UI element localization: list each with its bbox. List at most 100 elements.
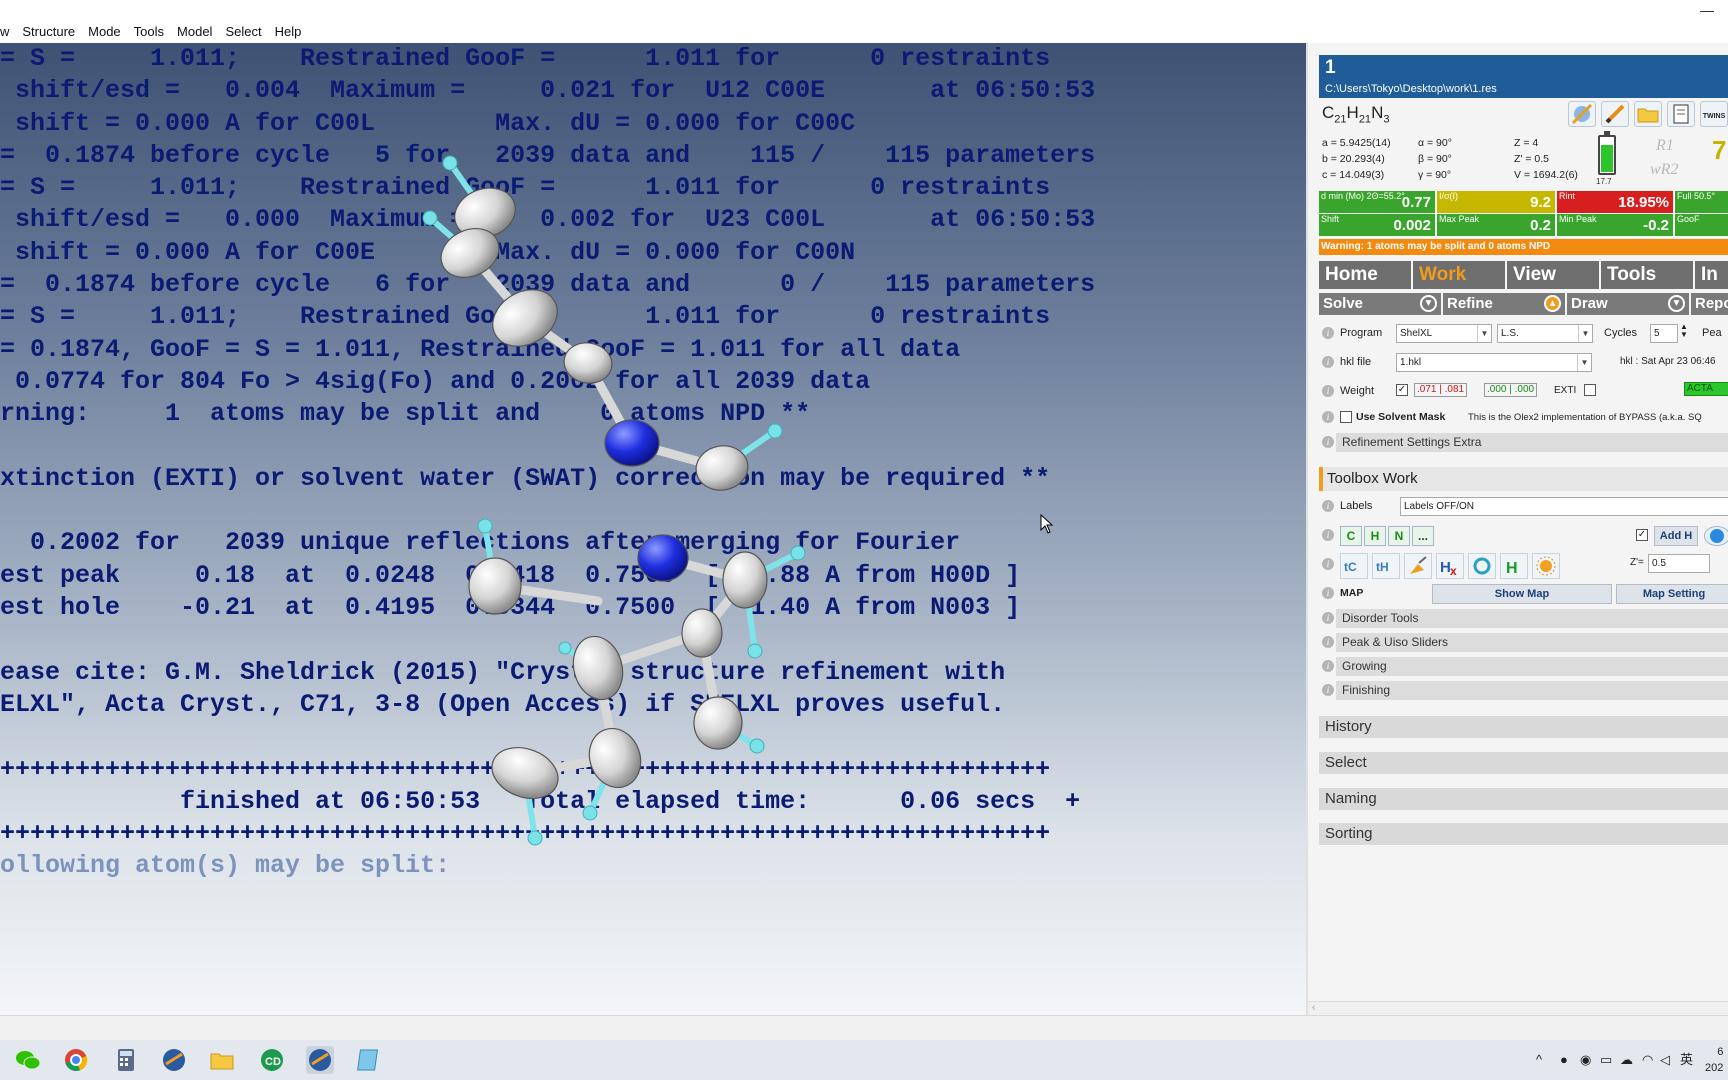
add-h-button[interactable]: Add H (1654, 526, 1698, 546)
sorting-section[interactable]: Sorting (1319, 823, 1728, 845)
info-icon[interactable]: i (1322, 411, 1334, 423)
tab-view[interactable]: View (1507, 261, 1599, 289)
toolbox-work-header[interactable]: Toolbox Work (1319, 467, 1728, 491)
info-icon[interactable]: i (1322, 684, 1334, 696)
twins-icon[interactable]: TWINS (1700, 101, 1728, 127)
weight-suggested[interactable]: .000 | .000 (1484, 383, 1538, 397)
chrome-icon[interactable] (62, 1046, 90, 1074)
draw-button[interactable]: Draw ▼ (1567, 293, 1689, 315)
show-map-button[interactable]: Show Map (1432, 584, 1612, 604)
info-icon[interactable]: i (1322, 529, 1334, 541)
tray-overflow-icon[interactable]: ^ (1536, 1040, 1542, 1080)
wechat-tray-icon[interactable]: ◉ (1580, 1040, 1591, 1080)
select-section[interactable]: Select (1319, 752, 1728, 774)
menu-mode[interactable]: Mode (88, 24, 121, 39)
solve-button[interactable]: Solve ▼ (1319, 293, 1441, 315)
element-h-button[interactable]: H (1364, 526, 1386, 546)
draw-arrow-icon[interactable]: ▼ (1668, 295, 1685, 312)
horizontal-scrollbar[interactable]: ‹ (1308, 1001, 1728, 1015)
minimize-icon[interactable]: — (1700, 2, 1714, 18)
wifi-icon[interactable]: ◠ (1642, 1040, 1653, 1080)
program-select[interactable]: ShelXL ▼ (1396, 324, 1492, 343)
info-icon[interactable]: i (1322, 385, 1334, 397)
element-n-button[interactable]: N (1388, 526, 1410, 546)
sort-h-icon[interactable]: tH (1372, 553, 1400, 579)
tab-work[interactable]: Work (1413, 261, 1505, 289)
info-icon[interactable]: i (1322, 587, 1334, 599)
acta-button[interactable]: ACTA (1684, 382, 1728, 396)
symmetry-tool-icon[interactable] (1568, 101, 1596, 127)
cycles-stepper[interactable]: ▲ ▼ (1680, 323, 1688, 339)
notes-icon[interactable] (356, 1046, 384, 1074)
olex2-icon[interactable] (160, 1046, 188, 1074)
clean-brush-icon[interactable] (1404, 553, 1432, 579)
cell-alpha: α = 90° (1418, 137, 1452, 149)
info-icon[interactable]: i (1322, 356, 1334, 368)
delete-h-icon[interactable]: Hx (1436, 553, 1464, 579)
info-icon[interactable]: i (1322, 636, 1334, 648)
volume-icon[interactable]: ◁ (1660, 1040, 1670, 1080)
menu-view[interactable]: w (0, 24, 9, 39)
input-method-indicator[interactable]: 英 (1680, 1040, 1693, 1080)
svg-text:x: x (1450, 564, 1457, 578)
disorder-tools[interactable]: Disorder Tools (1336, 609, 1728, 628)
battery-tray-icon[interactable]: ▭ (1600, 1040, 1612, 1080)
tab-home[interactable]: Home (1319, 261, 1411, 289)
add-h-checkbox[interactable]: ✓ (1636, 529, 1648, 541)
method-select[interactable]: L.S. ▼ (1497, 324, 1593, 343)
info-icon[interactable]: i (1322, 612, 1334, 624)
info-icon[interactable]: i (1322, 436, 1334, 448)
menu-help[interactable]: Help (275, 24, 302, 39)
globe-icon[interactable] (1704, 526, 1728, 546)
info-icon[interactable]: i (1322, 660, 1334, 672)
clock[interactable]: 6 202 (1705, 1044, 1723, 1080)
weight-checkbox[interactable]: ✓ (1396, 384, 1408, 396)
refresh-icon[interactable] (1468, 553, 1496, 579)
element-more-button[interactable]: ... (1412, 526, 1434, 546)
microphone-icon[interactable]: ● (1560, 1040, 1568, 1080)
graphics-console[interactable]: = S = 1.011; Restrained GooF = 1.011 for… (0, 43, 1306, 1015)
hkl-select[interactable]: 1.hkl ▼ (1396, 353, 1592, 372)
refinement-settings-extra[interactable]: Refinement Settings Extra (1336, 433, 1728, 452)
olex2-active-icon[interactable] (306, 1046, 334, 1074)
labels-input[interactable]: Labels OFF/ON (1400, 497, 1728, 516)
solvent-mask-checkbox[interactable] (1340, 411, 1352, 423)
refine-button[interactable]: Refine ▲ (1443, 293, 1565, 315)
fix-h-icon[interactable]: H (1500, 553, 1528, 579)
refine-arrow-icon[interactable]: ▲ (1544, 295, 1561, 312)
cycles-input[interactable]: 5 (1650, 324, 1678, 343)
naming-section[interactable]: Naming (1319, 788, 1728, 810)
menu-select[interactable]: Select (225, 24, 261, 39)
solve-arrow-icon[interactable]: ▼ (1420, 295, 1437, 312)
folder-icon[interactable] (1634, 101, 1662, 127)
zprime-input[interactable]: 0.5 (1648, 554, 1710, 573)
map-settings-button[interactable]: Map Setting (1616, 584, 1728, 604)
notepad-icon[interactable] (1667, 101, 1695, 127)
weight-current[interactable]: .071 | .081 (1414, 383, 1468, 397)
pencil-icon[interactable] (1601, 101, 1629, 127)
sort-atoms-icon[interactable]: tC (1340, 553, 1368, 579)
cloud-icon[interactable]: ☁ (1620, 1040, 1633, 1080)
menu-tools[interactable]: Tools (134, 24, 164, 39)
wechat-icon[interactable] (14, 1046, 42, 1074)
menu-structure[interactable]: Structure (22, 24, 75, 39)
info-icon[interactable]: i (1322, 500, 1334, 512)
hkl-label: hkl file (1340, 356, 1372, 368)
element-c-button[interactable]: C (1340, 526, 1362, 546)
growing[interactable]: Growing (1336, 657, 1728, 676)
info-icon[interactable]: i (1322, 327, 1334, 339)
tab-info[interactable]: In (1695, 261, 1728, 289)
report-button[interactable]: Report (1691, 293, 1728, 315)
tab-tools[interactable]: Tools (1601, 261, 1693, 289)
exti-checkbox[interactable] (1584, 384, 1596, 396)
info-icon[interactable]: i (1322, 558, 1334, 570)
history-section[interactable]: History (1319, 716, 1728, 738)
menu-model[interactable]: Model (177, 24, 212, 39)
peak-uiso-sliders[interactable]: Peak & Uiso Sliders (1336, 633, 1728, 652)
finishing[interactable]: Finishing (1336, 681, 1728, 700)
grow-sun-icon[interactable] (1532, 553, 1560, 579)
chemdraw-icon[interactable]: CD (258, 1046, 286, 1074)
molecule-view[interactable] (0, 43, 1306, 1015)
file-explorer-icon[interactable] (208, 1046, 236, 1074)
calculator-icon[interactable] (112, 1046, 140, 1074)
